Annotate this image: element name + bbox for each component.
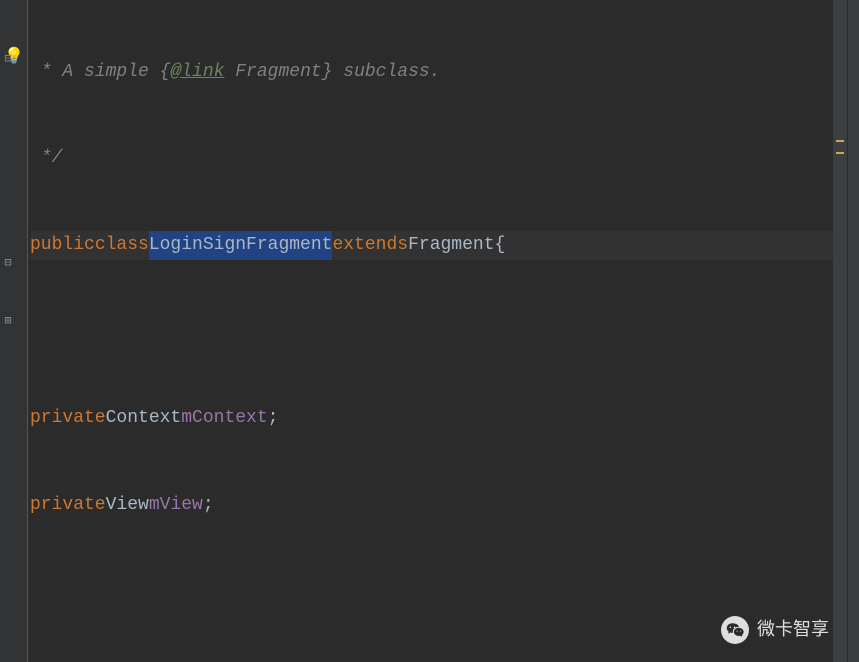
- expand-icon[interactable]: ⊞: [0, 312, 18, 332]
- code-line: [30, 577, 833, 606]
- wechat-icon: [721, 616, 749, 644]
- editor-gutter[interactable]: 💡 ⊟ ⊟ ⊞: [0, 0, 28, 662]
- code-line: public class LoginSignFragment extends F…: [30, 231, 833, 260]
- watermark-text: 微卡智享: [757, 615, 829, 644]
- code-line: [30, 317, 833, 346]
- code-line: private View mView;: [30, 491, 833, 520]
- code-line: */: [30, 144, 833, 173]
- minimap-warning-mark[interactable]: [836, 140, 844, 142]
- minimap-warning-mark[interactable]: [836, 152, 844, 154]
- code-editor[interactable]: * A simple {@link Fragment} subclass. */…: [28, 0, 833, 662]
- vertical-scrollbar[interactable]: [847, 0, 859, 662]
- minimap[interactable]: [833, 0, 847, 662]
- fold-icon[interactable]: ⊟: [0, 254, 18, 274]
- code-line: private Context mContext;: [30, 404, 833, 433]
- watermark: 微卡智享: [721, 615, 829, 644]
- fold-icon[interactable]: ⊟: [0, 50, 18, 70]
- code-line: * A simple {@link Fragment} subclass.: [30, 58, 833, 87]
